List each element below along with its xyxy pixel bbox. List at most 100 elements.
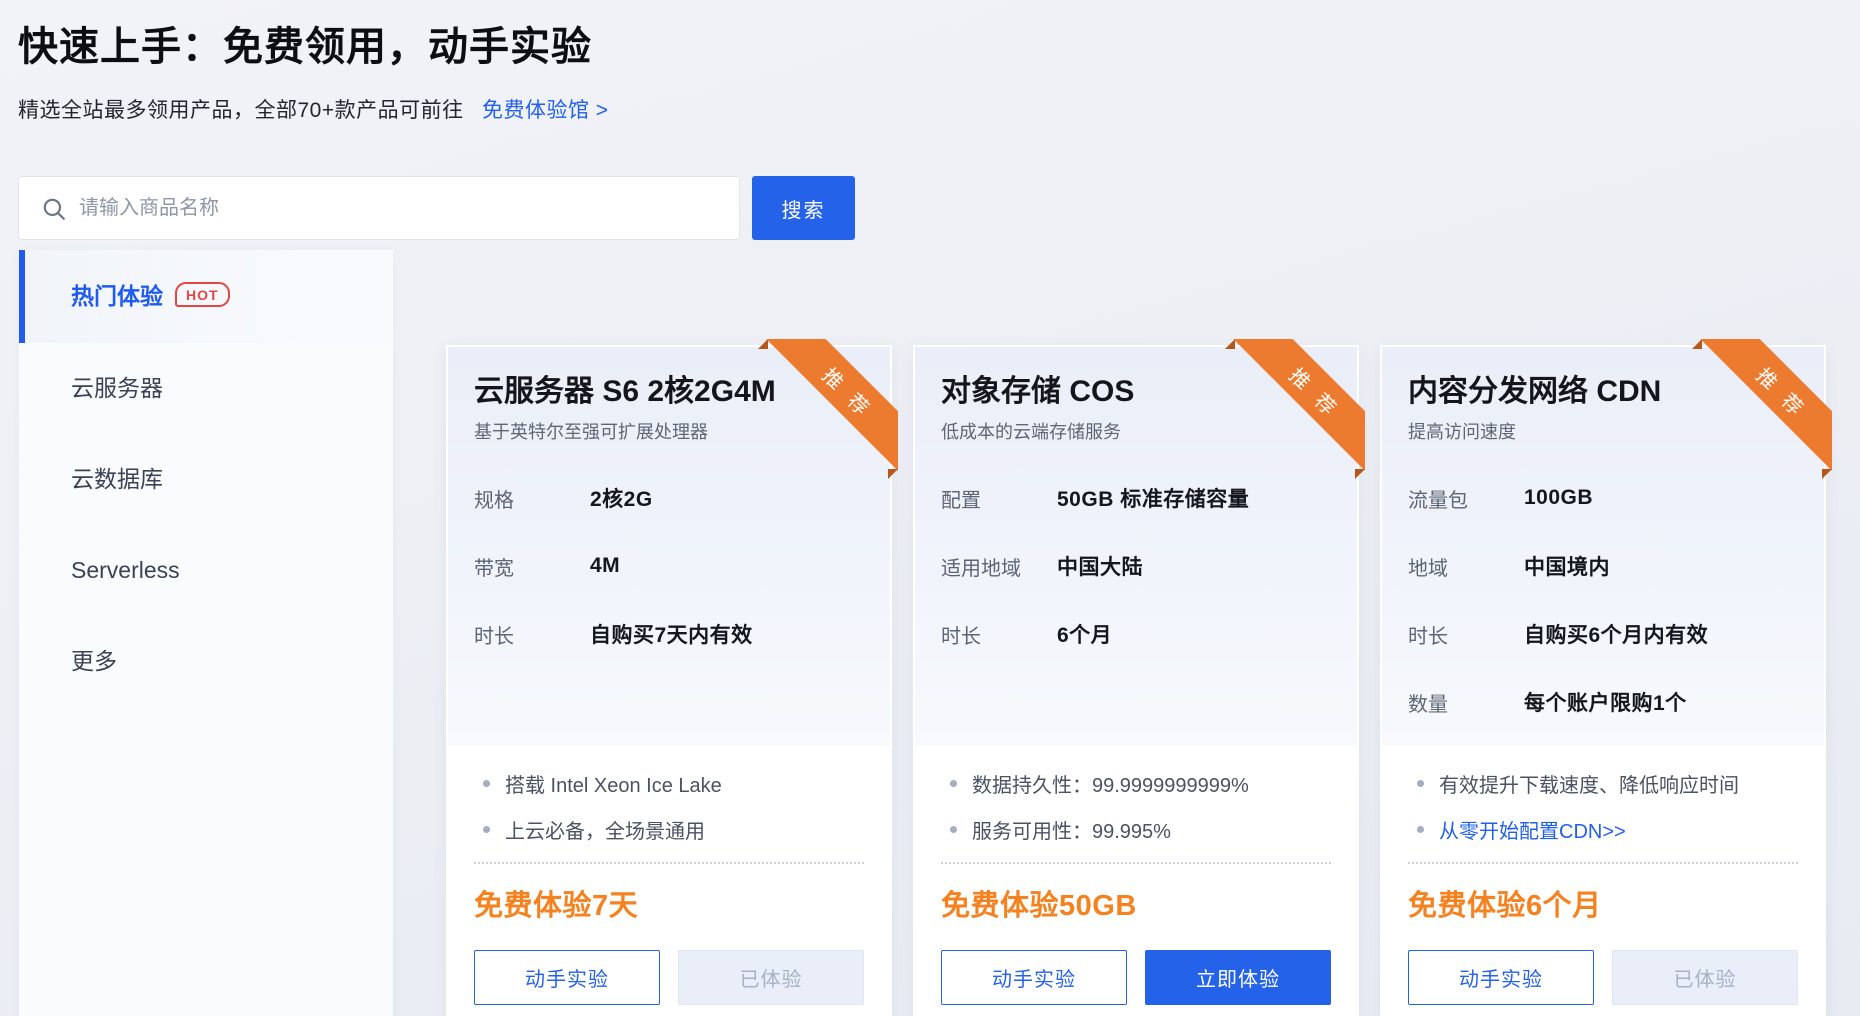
page-title: 快速上手：免费领用，动手实验 bbox=[18, 14, 592, 72]
bullet-dot-icon bbox=[1417, 826, 1424, 833]
subtitle-text: 精选全站最多领用产品，全部70+款产品可前往 bbox=[18, 99, 464, 122]
page-subtitle: 精选全站最多领用产品，全部70+款产品可前往 免费体验馆 > bbox=[18, 94, 609, 124]
card-body: 搭载 Intel Xeon Ice Lake 上云必备，全场景通用 免费体验7天… bbox=[448, 746, 890, 1005]
bullet-dot-icon bbox=[483, 780, 490, 787]
search-input[interactable] bbox=[19, 177, 739, 239]
card-actions: 动手实验 已体验 bbox=[1408, 950, 1798, 1005]
spec-row: 时长 自购买7天内有效 bbox=[474, 600, 864, 668]
spec-label: 时长 bbox=[941, 620, 1057, 649]
sidebar-item-cloud-server[interactable]: 云服务器 bbox=[19, 343, 393, 434]
card-body: 数据持久性：99.9999999999% 服务可用性：99.995% 免费体验5… bbox=[915, 746, 1357, 1005]
sidebar-item-label: 更多 bbox=[71, 648, 117, 674]
card-title: 云服务器 S6 2核2G4M bbox=[474, 374, 864, 410]
spec-label: 规格 bbox=[474, 484, 590, 513]
feature-bullet: 服务可用性：99.995% bbox=[941, 806, 1331, 852]
spec-row: 地域 中国境内 bbox=[1408, 532, 1798, 600]
already-experienced-button[interactable]: 已体验 bbox=[678, 950, 864, 1005]
spec-label: 适用地域 bbox=[941, 552, 1057, 581]
hands-on-lab-button[interactable]: 动手实验 bbox=[941, 950, 1127, 1005]
spec-value: 自购买6个月内有效 bbox=[1524, 619, 1708, 649]
product-card-cos: 推荐 对象存储 COS 低成本的云端存储服务 配置 50GB 标准存储容量 适用… bbox=[913, 345, 1359, 1016]
dotted-divider bbox=[1408, 862, 1798, 864]
card-header: 推荐 内容分发网络 CDN 提高访问速度 流量包 100GB 地域 中国境内 时… bbox=[1382, 347, 1824, 746]
spec-label: 地域 bbox=[1408, 552, 1524, 581]
free-experience-hall-link[interactable]: 免费体验馆 > bbox=[482, 99, 609, 122]
card-header: 推荐 云服务器 S6 2核2G4M 基于英特尔至强可扩展处理器 规格 2核2G … bbox=[448, 347, 890, 746]
feature-text: 搭载 Intel Xeon Ice Lake bbox=[505, 769, 722, 798]
sidebar-item-label: Serverless bbox=[71, 557, 180, 583]
already-experienced-button[interactable]: 已体验 bbox=[1612, 950, 1798, 1005]
feature-list: 数据持久性：99.9999999999% 服务可用性：99.995% bbox=[941, 760, 1331, 852]
sidebar-item-hot-experience[interactable]: 热门体验 HOT bbox=[19, 250, 393, 343]
feature-list: 有效提升下载速度、降低响应时间 从零开始配置CDN>> bbox=[1408, 760, 1798, 852]
free-offer-text: 免费体验6个月 bbox=[1408, 882, 1798, 924]
spec-value: 每个账户限购1个 bbox=[1524, 687, 1687, 717]
spec-label: 流量包 bbox=[1408, 484, 1524, 513]
feature-bullet: 数据持久性：99.9999999999% bbox=[941, 760, 1331, 806]
spec-value: 中国大陆 bbox=[1057, 551, 1143, 581]
feature-bullet: 有效提升下载速度、降低响应时间 bbox=[1408, 760, 1798, 806]
hands-on-lab-button[interactable]: 动手实验 bbox=[1408, 950, 1594, 1005]
card-subtitle: 基于英特尔至强可扩展处理器 bbox=[474, 420, 864, 444]
card-title: 内容分发网络 CDN bbox=[1408, 374, 1798, 410]
spec-row: 适用地域 中国大陆 bbox=[941, 532, 1331, 600]
spec-list: 流量包 100GB 地域 中国境内 时长 自购买6个月内有效 数量 每个账户限购… bbox=[1408, 464, 1798, 736]
spec-list: 配置 50GB 标准存储容量 适用地域 中国大陆 时长 6个月 bbox=[941, 464, 1331, 668]
sidebar-item-serverless[interactable]: Serverless bbox=[19, 525, 393, 616]
spec-list: 规格 2核2G 带宽 4M 时长 自购买7天内有效 bbox=[474, 464, 864, 668]
experience-now-button[interactable]: 立即体验 bbox=[1145, 950, 1331, 1005]
spec-value: 6个月 bbox=[1057, 619, 1112, 649]
card-actions: 动手实验 已体验 bbox=[474, 950, 864, 1005]
free-offer-text: 免费体验7天 bbox=[474, 882, 864, 924]
feature-text: 有效提升下载速度、降低响应时间 bbox=[1439, 769, 1739, 798]
spec-label: 时长 bbox=[1408, 620, 1524, 649]
search-bar bbox=[18, 176, 740, 240]
sidebar-item-label: 云数据库 bbox=[71, 466, 163, 492]
spec-value: 2核2G bbox=[590, 483, 653, 513]
cdn-setup-guide-link[interactable]: 从零开始配置CDN>> bbox=[1439, 815, 1626, 844]
hot-badge: HOT bbox=[175, 282, 230, 307]
sidebar-item-label: 热门体验 bbox=[71, 283, 163, 309]
spec-value: 4M bbox=[590, 554, 620, 578]
card-title: 对象存储 COS bbox=[941, 374, 1331, 410]
spec-row: 时长 自购买6个月内有效 bbox=[1408, 600, 1798, 668]
feature-text: 服务可用性：99.995% bbox=[972, 815, 1171, 844]
spec-value: 100GB bbox=[1524, 486, 1593, 510]
feature-bullet: 从零开始配置CDN>> bbox=[1408, 806, 1798, 852]
spec-value: 50GB 标准存储容量 bbox=[1057, 483, 1249, 513]
card-subtitle: 低成本的云端存储服务 bbox=[941, 420, 1331, 444]
card-header: 推荐 对象存储 COS 低成本的云端存储服务 配置 50GB 标准存储容量 适用… bbox=[915, 347, 1357, 746]
spec-row: 数量 每个账户限购1个 bbox=[1408, 668, 1798, 736]
spec-value: 中国境内 bbox=[1524, 551, 1610, 581]
bullet-dot-icon bbox=[950, 780, 957, 787]
spec-row: 带宽 4M bbox=[474, 532, 864, 600]
feature-text: 数据持久性：99.9999999999% bbox=[972, 769, 1249, 798]
spec-value: 自购买7天内有效 bbox=[590, 619, 753, 649]
search-button[interactable]: 搜索 bbox=[752, 176, 855, 240]
feature-list: 搭载 Intel Xeon Ice Lake 上云必备，全场景通用 bbox=[474, 760, 864, 852]
feature-bullet: 搭载 Intel Xeon Ice Lake bbox=[474, 760, 864, 806]
spec-row: 流量包 100GB bbox=[1408, 464, 1798, 532]
spec-label: 数量 bbox=[1408, 688, 1524, 717]
free-offer-text: 免费体验50GB bbox=[941, 882, 1331, 924]
bullet-dot-icon bbox=[483, 826, 490, 833]
sidebar-item-more[interactable]: 更多 bbox=[19, 616, 393, 707]
product-card-cvm: 推荐 云服务器 S6 2核2G4M 基于英特尔至强可扩展处理器 规格 2核2G … bbox=[446, 345, 892, 1016]
spec-label: 带宽 bbox=[474, 552, 590, 581]
feature-text: 上云必备，全场景通用 bbox=[505, 815, 705, 844]
card-body: 有效提升下载速度、降低响应时间 从零开始配置CDN>> 免费体验6个月 动手实验… bbox=[1382, 746, 1824, 1005]
sidebar: 热门体验 HOT 云服务器 云数据库 Serverless 更多 bbox=[19, 250, 393, 1016]
bullet-dot-icon bbox=[950, 826, 957, 833]
spec-label: 时长 bbox=[474, 620, 590, 649]
spec-row: 配置 50GB 标准存储容量 bbox=[941, 464, 1331, 532]
spec-label: 配置 bbox=[941, 484, 1057, 513]
feature-bullet: 上云必备，全场景通用 bbox=[474, 806, 864, 852]
hands-on-lab-button[interactable]: 动手实验 bbox=[474, 950, 660, 1005]
spec-row: 时长 6个月 bbox=[941, 600, 1331, 668]
bullet-dot-icon bbox=[1417, 780, 1424, 787]
dotted-divider bbox=[941, 862, 1331, 864]
card-actions: 动手实验 立即体验 bbox=[941, 950, 1331, 1005]
sidebar-item-label: 云服务器 bbox=[71, 375, 163, 401]
sidebar-item-cloud-database[interactable]: 云数据库 bbox=[19, 434, 393, 525]
spec-row: 规格 2核2G bbox=[474, 464, 864, 532]
